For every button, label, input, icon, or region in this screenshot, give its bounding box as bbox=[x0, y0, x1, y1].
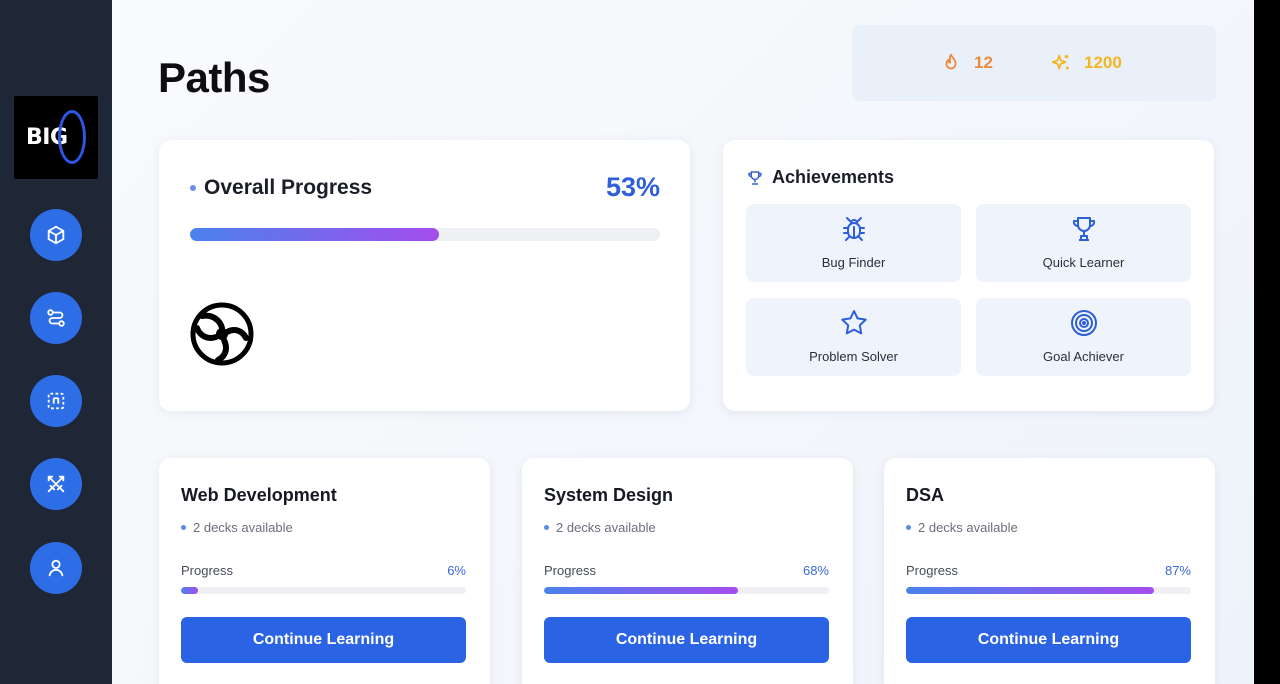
achievement-label: Problem Solver bbox=[809, 349, 898, 364]
path-title: System Design bbox=[544, 485, 674, 505]
streak-stat: 12 bbox=[940, 52, 993, 74]
path-card-system-design: System Design 2 decks available Progress… bbox=[522, 458, 853, 684]
sidebar-item-cube[interactable] bbox=[30, 209, 82, 261]
path-progress-fill bbox=[906, 587, 1154, 594]
achievement-label: Goal Achiever bbox=[1043, 349, 1124, 364]
overall-progress-title: Overall Progress bbox=[204, 176, 373, 199]
main-content: Paths 12 1200 Overall Progress 53% Achie… bbox=[112, 0, 1254, 684]
bullet-dot bbox=[190, 185, 196, 191]
achievement-problem-solver[interactable]: Problem Solver bbox=[746, 298, 961, 376]
user-stats: 12 1200 bbox=[852, 25, 1216, 101]
path-card-dsa: DSA 2 decks available Progress 87% Conti… bbox=[884, 458, 1215, 684]
bullet-dot bbox=[181, 525, 186, 530]
achievements-header: Achievements bbox=[746, 167, 894, 188]
path-progress-fill bbox=[181, 587, 199, 594]
continue-learning-button[interactable]: Continue Learning bbox=[181, 617, 466, 663]
page-title: Paths bbox=[158, 54, 270, 101]
dashed-frame-icon bbox=[47, 392, 65, 410]
achievement-quick-learner[interactable]: Quick Learner bbox=[976, 204, 1191, 282]
swords-icon bbox=[47, 475, 65, 493]
trophy-icon bbox=[1072, 217, 1095, 241]
window-right-edge bbox=[1254, 0, 1280, 684]
user-icon bbox=[48, 559, 64, 577]
path-progress-label: Progress bbox=[544, 563, 597, 578]
path-card-web-development: Web Development 2 decks available Progre… bbox=[159, 458, 490, 684]
path-decks-count: 2 decks available bbox=[918, 520, 1018, 535]
route-icon bbox=[47, 309, 65, 327]
cube-icon bbox=[47, 225, 65, 245]
path-progress-percent: 6% bbox=[447, 563, 466, 578]
swirl-emblem-icon bbox=[190, 302, 254, 366]
sidebar-item-frame[interactable] bbox=[30, 375, 82, 427]
path-decks-count: 2 decks available bbox=[193, 520, 293, 535]
path-progress-label: Progress bbox=[181, 563, 234, 578]
sparkles-icon bbox=[1051, 54, 1069, 70]
path-progress-label: Progress bbox=[906, 563, 959, 578]
path-title: DSA bbox=[906, 485, 945, 505]
logo-ring-icon bbox=[58, 110, 86, 164]
points-stat: 1200 bbox=[1050, 52, 1122, 74]
overall-progress-fill bbox=[190, 228, 440, 241]
bullet-dot bbox=[906, 525, 911, 530]
path-decks-count: 2 decks available bbox=[556, 520, 656, 535]
path-progress-bar bbox=[544, 587, 829, 594]
path-progress-bar bbox=[181, 587, 466, 594]
sidebar-item-profile[interactable] bbox=[30, 542, 82, 594]
path-progress-fill bbox=[544, 587, 738, 594]
streak-value: 12 bbox=[974, 53, 993, 72]
achievement-label: Bug Finder bbox=[821, 255, 886, 270]
path-progress-bar bbox=[906, 587, 1191, 594]
flame-icon bbox=[945, 53, 957, 70]
sidebar-item-battle[interactable] bbox=[30, 458, 82, 510]
achievement-bug-finder[interactable]: Bug Finder bbox=[746, 204, 961, 282]
achievement-goal-achiever[interactable]: Goal Achiever bbox=[976, 298, 1191, 376]
achievements-card: Achievements Bug Finder Quick Learner Pr… bbox=[723, 140, 1214, 411]
points-value: 1200 bbox=[1084, 53, 1122, 72]
target-icon bbox=[1070, 310, 1097, 336]
trophy-icon bbox=[748, 170, 762, 185]
bullet-dot bbox=[544, 525, 549, 530]
overall-progress-bar bbox=[190, 228, 660, 241]
overall-progress-card: Overall Progress 53% bbox=[159, 140, 690, 411]
path-progress-percent: 87% bbox=[1164, 563, 1191, 578]
path-title: Web Development bbox=[181, 485, 337, 505]
achievement-label: Quick Learner bbox=[1042, 255, 1125, 270]
app-logo[interactable]: BIG bbox=[14, 96, 98, 179]
sidebar: BIG bbox=[0, 0, 112, 684]
star-icon bbox=[840, 310, 867, 335]
continue-learning-button[interactable]: Continue Learning bbox=[906, 617, 1191, 663]
continue-learning-button[interactable]: Continue Learning bbox=[544, 617, 829, 663]
overall-progress-percent: 53% bbox=[605, 172, 660, 202]
path-progress-percent: 68% bbox=[802, 563, 829, 578]
bug-icon bbox=[842, 217, 865, 241]
achievements-title: Achievements bbox=[772, 167, 895, 187]
sidebar-item-route[interactable] bbox=[30, 292, 82, 344]
